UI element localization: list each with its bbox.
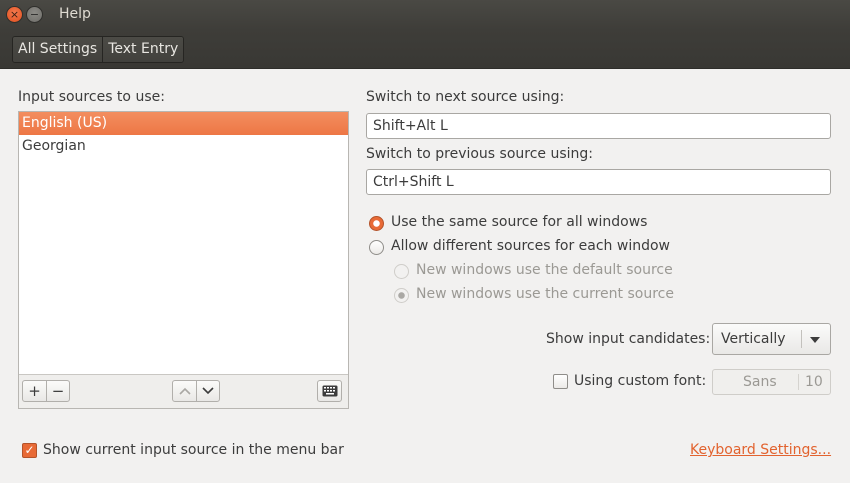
window-title: Help bbox=[59, 6, 91, 22]
input-candidates-value: Vertically bbox=[721, 331, 786, 347]
dropdown-divider bbox=[801, 330, 802, 348]
close-icon[interactable]: × bbox=[6, 6, 23, 23]
prev-source-label: Switch to previous source using: bbox=[366, 146, 594, 162]
breadcrumb: All Settings Text Entry bbox=[12, 36, 185, 63]
input-candidates-dropdown[interactable]: Vertically bbox=[712, 323, 831, 355]
font-divider bbox=[798, 374, 799, 390]
same-source-label: Use the same source for all windows bbox=[391, 214, 648, 230]
breadcrumb-text-entry[interactable]: Text Entry bbox=[102, 37, 184, 62]
breadcrumb-all-settings[interactable]: All Settings bbox=[13, 37, 103, 62]
keyboard-icon bbox=[322, 385, 337, 397]
different-sources-label: Allow different sources for each window bbox=[391, 238, 670, 254]
current-source-radio[interactable] bbox=[394, 288, 409, 303]
next-source-label: Switch to next source using: bbox=[366, 89, 565, 105]
chevron-down-icon bbox=[810, 337, 820, 343]
minimize-icon[interactable]: − bbox=[26, 6, 43, 23]
font-name: Sans bbox=[743, 374, 777, 390]
input-candidates-label: Show input candidates: bbox=[546, 331, 711, 347]
prev-source-shortcut-field[interactable]: Ctrl+Shift L bbox=[366, 169, 831, 195]
up-arrow-icon bbox=[178, 387, 191, 395]
different-sources-radio[interactable] bbox=[369, 240, 384, 255]
title-bar: × − Help bbox=[0, 0, 850, 30]
add-remove-group: + − bbox=[22, 380, 70, 402]
custom-font-label: Using custom font: bbox=[574, 373, 707, 389]
input-sources-label: Input sources to use: bbox=[18, 89, 165, 105]
font-size: 10 bbox=[805, 374, 823, 390]
list-item[interactable]: Georgian bbox=[19, 135, 348, 158]
same-source-radio[interactable] bbox=[369, 216, 384, 231]
list-toolbar: + − bbox=[19, 374, 348, 408]
remove-source-button[interactable]: − bbox=[46, 381, 69, 401]
current-source-label: New windows use the current source bbox=[416, 286, 674, 302]
down-arrow-icon bbox=[202, 387, 214, 395]
move-up-button[interactable] bbox=[173, 381, 196, 401]
show-in-menu-bar-checkbox[interactable]: ✓ bbox=[22, 443, 37, 458]
default-source-label: New windows use the default source bbox=[416, 262, 673, 278]
show-in-menu-bar-label: Show current input source in the menu ba… bbox=[43, 442, 344, 458]
header-toolbar: All Settings Text Entry bbox=[0, 30, 850, 69]
custom-font-checkbox[interactable] bbox=[553, 374, 568, 389]
keyboard-group bbox=[317, 380, 342, 402]
reorder-group bbox=[172, 380, 220, 402]
show-keyboard-layout-button[interactable] bbox=[318, 381, 341, 401]
next-source-shortcut-field[interactable]: Shift+Alt L bbox=[366, 113, 831, 139]
add-source-button[interactable]: + bbox=[23, 381, 46, 401]
checkmark-icon: ✓ bbox=[24, 443, 35, 457]
move-down-button[interactable] bbox=[196, 381, 219, 401]
font-chooser-button[interactable]: Sans 10 bbox=[712, 369, 831, 395]
keyboard-settings-link[interactable]: Keyboard Settings... bbox=[690, 442, 831, 458]
default-source-radio[interactable] bbox=[394, 264, 409, 279]
input-sources-list: English (US) Georgian + − bbox=[18, 111, 349, 409]
list-item[interactable]: English (US) bbox=[19, 112, 348, 135]
